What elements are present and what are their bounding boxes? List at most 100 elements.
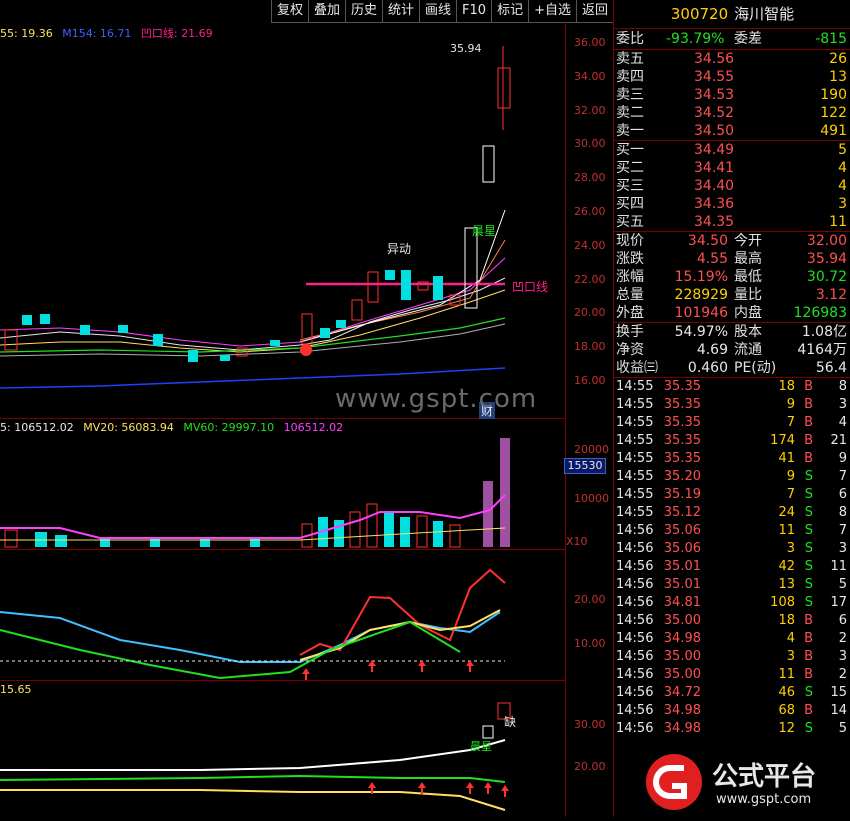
order-volume: 491 [820,123,847,139]
tick-price: 35.35 [663,379,701,394]
order-volume: 11 [829,214,847,230]
que-annotation: 缺 [504,715,517,729]
main-y-tick: 32.00 [574,103,606,117]
tick-row[interactable]: 14:56 35.01 42 S 11 [614,558,850,576]
tick-row[interactable]: 14:56 34.81 108 S 17 [614,594,850,612]
tick-row[interactable]: 14:56 34.98 12 S 5 [614,720,850,738]
fourth-line-yellow [0,789,506,811]
order-volume: 26 [829,51,847,67]
tick-row[interactable]: 14:55 35.35 174 B 21 [614,432,850,450]
order-price: 34.50 [694,123,735,139]
tick-direction: S [804,721,813,736]
tick-count: 3 [838,541,847,556]
tick-row[interactable]: 14:55 35.35 9 B 3 [614,396,850,414]
order-volume: 190 [820,87,847,103]
order-price: 34.52 [694,105,735,121]
order-price: 34.56 [694,51,735,67]
buy-orders: 买一 34.49 5 买二 34.41 4 买三 34.40 4 买四 34.36 3 买五 34.35 1… [614,141,850,232]
tick-time: 14:56 [616,595,654,610]
tick-row[interactable]: 14:56 35.00 11 B 2 [614,666,850,684]
stat-label: 最低 [734,269,762,285]
yidong-annotation: 异动 [387,242,412,256]
tick-count: 2 [838,631,847,646]
stat-value: 3.12 [815,287,847,303]
tick-volume: 3 [786,649,795,664]
order-row: 买一 34.49 5 [614,141,850,159]
main-y-tick: 28.00 [574,171,606,185]
tick-time: 14:55 [616,505,654,520]
tick-row[interactable]: 14:55 35.35 41 B 9 [614,450,850,468]
order-row: 卖四 34.55 13 [614,68,850,86]
stock-name: 海川智能 [734,5,795,23]
macd-line-red [299,568,506,656]
tick-time: 14:55 [616,379,654,394]
toolbar-button[interactable]: 返回 [575,0,613,23]
tick-row[interactable]: 14:56 35.00 3 B 3 [614,648,850,666]
tick-volume: 18 [778,613,795,628]
stat-value: 1.08亿 [801,324,847,340]
tick-row[interactable]: 14:55 35.12 24 S 8 [614,504,850,522]
tick-row[interactable]: 14:56 35.00 18 B 6 [614,612,850,630]
tick-time: 14:55 [616,469,654,484]
tick-list[interactable]: 14:55 35.35 18 B 8 14:55 35.35 9 B 3 14:55 35.35 7 B 4… [614,378,850,738]
weibi-value: -93.79% [666,31,725,47]
tick-direction: S [804,559,813,574]
stat-row: 换手 54.97% 股本 1.08亿 [614,323,850,341]
quote-panel: 300720 海川智能 委比 -93.79% 委差 -815 卖五 34.56 26 卖… [613,0,850,817]
candles [4,46,511,362]
tick-row[interactable]: 14:56 34.98 68 B 14 [614,702,850,720]
tick-row[interactable]: 14:56 35.01 13 S 5 [614,576,850,594]
tick-volume: 13 [778,577,795,592]
logo-url: www.gspt.com [716,792,812,807]
tick-row[interactable]: 14:55 35.35 7 B 4 [614,414,850,432]
tick-count: 11 [830,559,847,574]
tick-price: 34.72 [663,685,701,700]
stat-value: 15.19% [674,269,728,285]
tick-count: 17 [830,595,847,610]
tick-row[interactable]: 14:56 34.98 4 B 2 [614,630,850,648]
tick-volume: 3 [786,541,795,556]
gspt-logo: 公式平台 www.gspt.com [640,748,850,817]
tick-direction: B [804,451,813,466]
order-label: 买三 [616,178,644,194]
ma-line-green [0,317,506,353]
tick-direction: S [804,523,813,538]
stat-value: 0.460 [687,360,728,376]
stat-value: 126983 [793,305,847,321]
order-label: 卖五 [616,51,644,67]
tick-direction: B [804,613,813,628]
tick-direction: S [804,577,813,592]
tick-time: 14:55 [616,415,654,430]
tick-row[interactable]: 14:55 35.20 9 S 7 [614,468,850,486]
tick-row[interactable]: 14:56 35.06 3 S 3 [614,540,850,558]
order-row: 卖二 34.52 122 [614,104,850,122]
tick-volume: 46 [778,685,795,700]
tick-time: 14:56 [616,559,654,574]
tick-volume: 12 [778,721,795,736]
chart-area[interactable]: 复权 叠加 历史 统计 画线 F10 标记 +自选 返回 55: 19.36 M154: 16.… [0,0,613,817]
fourth-tick: 30.00 [574,718,606,731]
stat-value: 4164万 [797,342,847,358]
high-price-label: 35.94 [450,42,482,55]
tick-row[interactable]: 14:56 34.72 46 S 15 [614,684,850,702]
order-price: 34.35 [694,214,735,230]
tick-row[interactable]: 14:55 35.19 7 S 6 [614,486,850,504]
tick-time: 14:56 [616,523,654,538]
logo-text: 公式平台 [712,762,817,792]
tick-row[interactable]: 14:56 35.06 11 S 7 [614,522,850,540]
tick-price: 35.35 [663,433,701,448]
tick-row[interactable]: 14:55 35.35 18 B 8 [614,378,850,396]
stat-value: 35.94 [806,251,847,267]
tick-volume: 11 [778,667,795,682]
main-y-tick: 16.00 [574,374,606,387]
stat-label: 净资 [616,342,644,358]
stock-title: 300720 海川智能 [614,0,850,29]
tick-count: 7 [838,523,847,538]
stat-label: 涨跌 [616,251,644,267]
stat-value: 54.97% [674,324,728,340]
ao-line-annotation: 凹口线 [512,280,549,294]
order-volume: 3 [838,196,847,212]
tick-volume: 18 [778,379,795,394]
order-price: 34.55 [694,69,735,85]
tick-time: 14:56 [616,577,654,592]
